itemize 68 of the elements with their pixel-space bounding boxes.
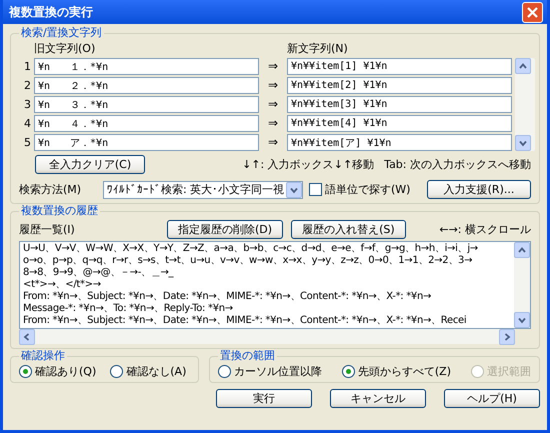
- arrow-glyph: ⇒: [266, 59, 280, 74]
- hint-text: ↓↑: 入力ボックス↓↑移動: [242, 158, 374, 172]
- group-title: 確認操作: [19, 349, 67, 363]
- scrollbar[interactable]: [514, 242, 530, 328]
- input-field[interactable]: ¥n ２．*¥n: [34, 77, 259, 94]
- input-field[interactable]: ¥n¥¥item[1] ¥1¥n: [287, 58, 512, 75]
- row-number: 2: [23, 78, 31, 92]
- input-assist-button[interactable]: 入力支援(R)...: [427, 180, 531, 199]
- radio-option[interactable]: 先頭からすべて(Z): [342, 365, 451, 378]
- row-number: 4: [23, 116, 31, 130]
- input-field[interactable]: ¥n ３．*¥n: [34, 96, 259, 113]
- group-title: 置換の範囲: [218, 349, 277, 363]
- input-field[interactable]: ¥n¥¥item[3] ¥1¥n: [287, 96, 512, 113]
- search-method-dropdown[interactable]: ﾜｲﾙﾄﾞｶｰﾄﾞ検索: 英大･小文字同一視: [103, 180, 303, 198]
- input-field[interactable]: ¥n １．*¥n: [34, 58, 259, 75]
- arrow-glyph: ⇒: [266, 116, 280, 131]
- arrow-glyph: ⇒: [266, 78, 280, 93]
- group-title: 複数置換の履歴: [19, 204, 100, 218]
- input-field[interactable]: ¥n¥¥item[2] ¥1¥n: [287, 77, 512, 94]
- word-unit-checkbox[interactable]: 語単位で探す(W): [309, 182, 410, 196]
- close-icon: [526, 6, 539, 18]
- swap-history-button[interactable]: 履歴の入れ替え(S): [291, 220, 406, 239]
- row-number: 1: [23, 60, 31, 74]
- dialog-button[interactable]: 実行: [216, 389, 312, 408]
- radio-option[interactable]: 確認あり(Q): [19, 365, 96, 378]
- scroll-up-icon[interactable]: [514, 242, 530, 258]
- history-list[interactable]: [19, 241, 531, 329]
- radio-circle[interactable]: [218, 365, 231, 378]
- column-label: 新文字列(N): [287, 42, 349, 56]
- dialog-button[interactable]: ヘルプ(H): [444, 389, 540, 408]
- column-label: 旧文字列(O): [34, 42, 96, 56]
- close-button[interactable]: [522, 2, 543, 22]
- history-entry[interactable]: U→U、V→V、W→W、X→X、Y→Y、Z→Z、a→a、b→b、c→c、d→d、e→e、f→f、g→g、h→h、i→i、j→: [23, 243, 511, 255]
- history-entry[interactable]: <t*>→、</t*>→: [23, 279, 511, 291]
- horizontal-scrollbar[interactable]: [19, 329, 515, 344]
- dialog-button[interactable]: キャンセル: [330, 389, 426, 408]
- history-entry[interactable]: From: *¥n→、Subject: *¥n→、Date: *¥n→、MIME-*: *¥n→、Content-*: *¥n→、X-*: *¥n→、Recei: [23, 315, 511, 327]
- radio-option[interactable]: 確認なし(A): [110, 365, 186, 378]
- scroll-down-icon[interactable]: [514, 312, 530, 328]
- radio-circle[interactable]: [110, 365, 124, 378]
- input-field[interactable]: ¥n¥¥item[ア] ¥1¥n: [287, 134, 512, 151]
- scroll-down-icon[interactable]: [515, 135, 531, 151]
- scroll-right-icon[interactable]: [499, 329, 515, 345]
- arrow-glyph: ⇒: [266, 97, 280, 112]
- hint-text: ←→: 横スクロール: [439, 222, 531, 236]
- hint-text: Tab: 次の入力ボックスへ移動: [384, 158, 531, 172]
- row-number: 5: [23, 136, 31, 150]
- clear-all-button[interactable]: 全入力クリア(C): [35, 155, 145, 174]
- radio-option[interactable]: カーソル位置以降: [218, 365, 322, 378]
- group-title: 検索/置換文字列: [19, 26, 104, 40]
- history-entry[interactable]: From: *¥n→、Subject: *¥n→、Date: *¥n→、MIME-*: *¥n→、Content-*: *¥n→、X-*: *¥n→: [23, 291, 511, 303]
- scroll-left-icon[interactable]: [19, 329, 35, 345]
- input-field[interactable]: ¥n¥¥item[4] ¥1¥n: [287, 115, 512, 132]
- field-label: 検索方法(M): [19, 182, 82, 196]
- scrollbar[interactable]: [515, 58, 535, 151]
- arrow-glyph: ⇒: [266, 135, 280, 150]
- delete-history-button[interactable]: 指定履歴の削除(D): [167, 220, 284, 239]
- list-label: 履歴一覧(I): [19, 222, 76, 236]
- input-field[interactable]: ¥n ４．*¥n: [34, 115, 259, 132]
- input-field[interactable]: ¥n ア．*¥n: [34, 134, 259, 151]
- history-entry[interactable]: Message-*: *¥n→、To: *¥n→、Reply-To: *¥n→: [23, 303, 511, 315]
- radio-circle[interactable]: [342, 365, 355, 378]
- history-entry[interactable]: 8→8、9→9、@→@、－→-、＿→_: [23, 267, 511, 279]
- window-title: 複数置換の実行: [9, 4, 93, 20]
- radio-circle[interactable]: [19, 365, 32, 378]
- scroll-up-icon[interactable]: [515, 58, 531, 74]
- row-number: 3: [23, 98, 31, 112]
- history-entry[interactable]: o→o、p→p、q→q、r→r、s→s、t→t、u→u、v→v、w→w、x→x、y→y、z→z、0→0、1→1、2→2、3→: [23, 255, 511, 267]
